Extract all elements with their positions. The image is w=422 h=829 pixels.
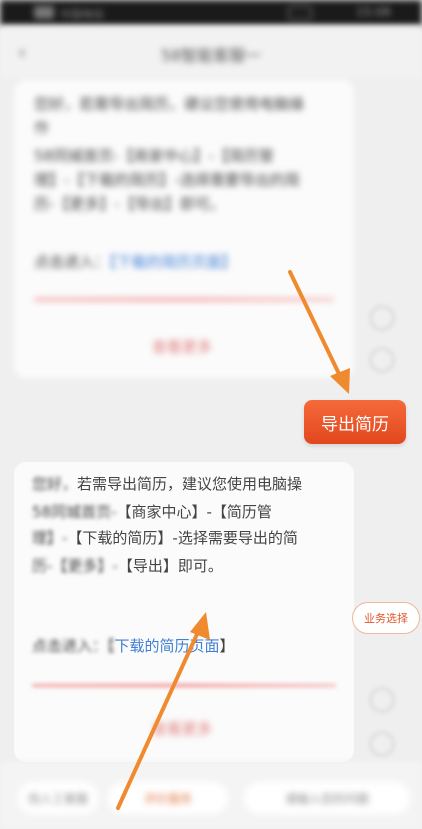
message-line: 理】-【下载的简历】-选择需要导出的简 [32,526,298,550]
message-line: 58同城首页-【商家中心】-【简历管 [34,147,274,165]
battery-icon [288,6,312,20]
user-message-export-resume[interactable]: 导出简历 [304,400,406,444]
thumbs-down-icon[interactable] [370,732,394,756]
message-input[interactable]: 请输入您的问题 [244,782,410,814]
rate-service-chip[interactable]: 评价服务 [108,782,228,814]
download-resume-link[interactable]: 【下载的简历页面】 [109,253,237,271]
greeting: 您好， [32,475,78,493]
header: ‹ 58智能客服一 [0,26,422,78]
bot-message-card: 您好，若需导出简历，建议您使用电脑操 作 58同城首页-【商家中心】-【简历管 … [14,80,354,378]
view-more-link[interactable]: 查看更多 [152,718,212,739]
human-agent-chip[interactable]: 找人工客服 [18,782,98,814]
clock: 15:08 [356,5,391,19]
message-text: 【下载的简历】-选择需要导出的简 [67,529,298,547]
message-text: 【商家中心】-【简历管 [116,503,272,521]
download-resume-page-link[interactable]: 下载的简历页面 [115,637,220,655]
message-line: 作 [34,119,50,137]
message-line: 您好，若需导出简历，建议您使用电脑操 [32,472,302,496]
link-prefix: 点击进入：【 [32,637,115,655]
thumbs-down-icon[interactable] [370,348,394,372]
divider [34,298,334,301]
signal-icon [34,6,54,19]
link-line: 点击进入：【下载的简历页面】 [34,250,237,274]
carrier-label: 中国电信 [60,8,104,21]
message-line: 您好，若需导出简历，建议您使用电脑操 [34,95,305,113]
message-text: 若需导出简历，建议您使用电脑操 [77,475,303,493]
thumbs-up-icon[interactable] [370,306,394,330]
status-bar: 中国电信 15:08 [0,0,422,26]
message-prefix: 历-【更多】- [32,557,118,575]
message-text: 【导出】即可。 [117,557,223,575]
message-line: 58同城首页-【商家中心】-【简历管 [32,500,272,524]
message-line: 历-【更多】-【导出】即可。 [34,195,225,213]
business-select-button[interactable]: 业务选择 [352,602,420,634]
message-line: 理】-【下载的简历】-选择需要导出的简 [34,171,300,189]
message-line: 历-【更多】-【导出】即可。 [32,554,223,578]
thumbs-up-icon[interactable] [370,688,394,712]
page-title: 58智能客服一 [160,46,262,65]
view-more-link[interactable]: 查看更多 [152,336,212,357]
divider [32,684,336,687]
bot-message-card: 您好，若需导出简历，建议您使用电脑操 58同城首页-【商家中心】-【简历管 理】… [14,462,354,762]
bottom-toolbar: 找人工客服 评价服务 请输入您的问题 [0,762,422,829]
message-prefix: 理】- [32,529,68,547]
link-prefix: 点击进入： [34,253,110,271]
message-prefix: 58同城首页- [32,503,117,521]
link-line: 点击进入：【下载的简历页面】 [32,634,235,658]
link-suffix: 】 [219,637,235,655]
